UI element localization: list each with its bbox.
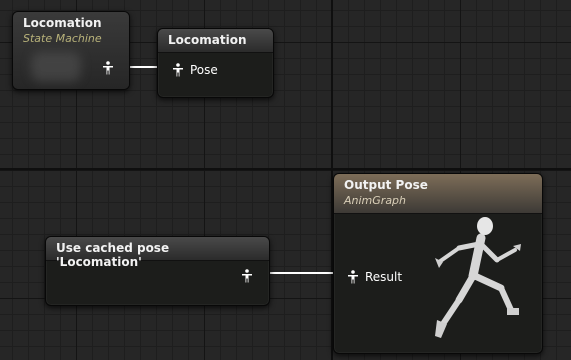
output-pose-title: Output Pose — [344, 178, 428, 192]
state-machine-preview — [31, 52, 81, 82]
locomation-pose-pin[interactable]: Pose — [172, 63, 218, 77]
pose-pin-icon — [173, 63, 183, 77]
grid-major-horizontal — [0, 168, 571, 170]
output-pose-result-label: Result — [365, 270, 403, 284]
state-machine-node[interactable]: Locomation State Machine — [12, 11, 130, 90]
locomation-header: Locomation — [158, 29, 273, 53]
locomation-title: Locomation — [168, 33, 247, 47]
running-mannequin-icon — [435, 217, 521, 338]
locomation-pose-label: Pose — [190, 63, 218, 77]
pose-pin-icon — [348, 270, 358, 284]
output-pose-node[interactable]: Output Pose AnimGraph Result — [333, 173, 543, 354]
state-machine-title: Locomation — [23, 16, 102, 30]
cached-pose-title: Use cached pose 'Locomation' — [56, 241, 170, 269]
cached-pose-header: Use cached pose 'Locomation' — [46, 237, 269, 269]
cached-pose-node[interactable]: Use cached pose 'Locomation' — [45, 236, 270, 306]
state-machine-output-pin[interactable] — [102, 61, 114, 75]
cached-pose-output-pin[interactable] — [241, 269, 253, 283]
output-pose-header: Output Pose AnimGraph — [334, 174, 542, 214]
output-pose-subtitle: AnimGraph — [344, 194, 407, 207]
state-machine-subtitle: State Machine — [23, 32, 102, 45]
pose-pin-icon — [242, 269, 252, 283]
locomation-node[interactable]: Locomation Pose — [157, 28, 274, 98]
output-pose-result-pin[interactable]: Result — [347, 270, 402, 284]
pose-pin-icon — [103, 61, 113, 75]
